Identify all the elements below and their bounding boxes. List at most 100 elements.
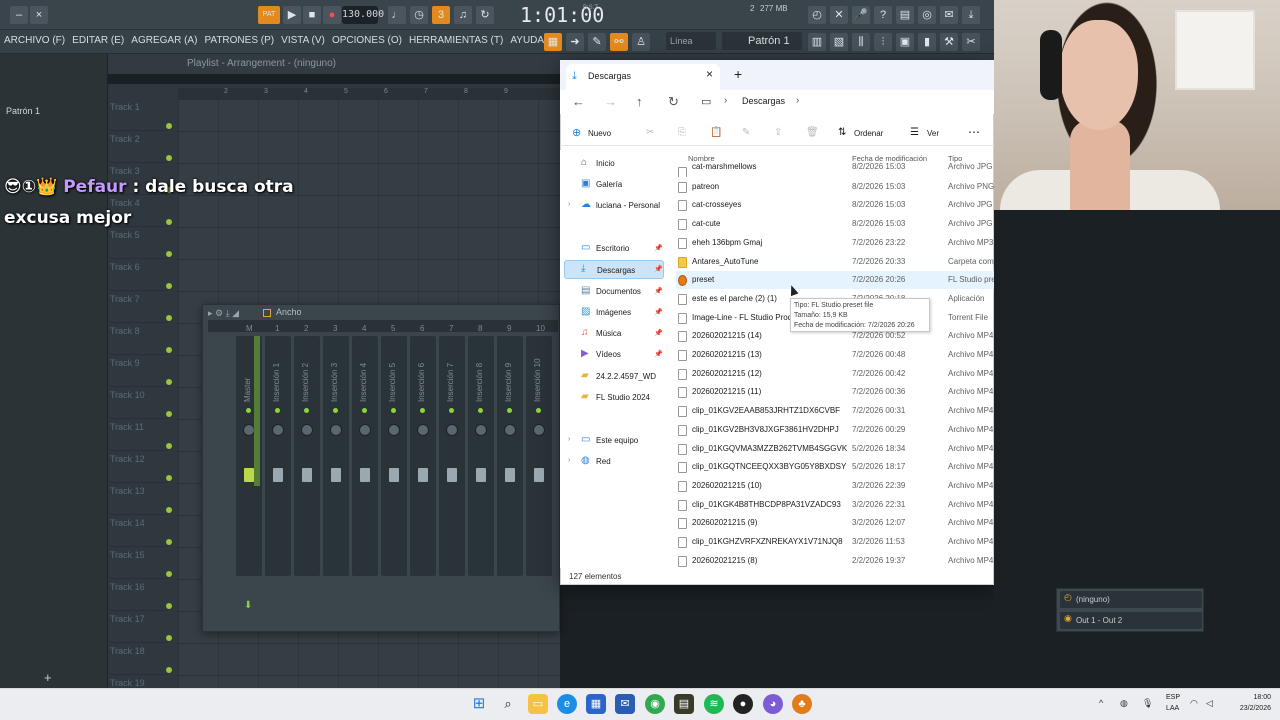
sidebar-item-9[interactable]: 24.2.2.4597_WD [564, 367, 664, 386]
sidebar-item-8[interactable]: Vídeos [564, 345, 664, 364]
draw-tool-icon[interactable]: ✎ [588, 33, 606, 51]
pan-knob[interactable] [330, 424, 342, 436]
volume-fader[interactable] [505, 468, 515, 482]
brush-icon[interactable]: ✂ [962, 33, 980, 51]
track-enable-led[interactable] [166, 475, 172, 481]
sort-button[interactable]: Ordenar [854, 129, 883, 138]
wait-icon[interactable]: ◷ [410, 6, 428, 24]
mixer-channel-led[interactable] [246, 408, 251, 413]
volume-fader[interactable] [389, 468, 399, 482]
sidebar-item-10[interactable]: FL Studio 2024 [564, 388, 664, 407]
volume-fader[interactable] [244, 468, 254, 482]
track-enable-led[interactable] [166, 571, 172, 577]
chevron-up-icon[interactable]: ^ [1099, 698, 1103, 708]
chrome-icon[interactable]: ◉ [645, 694, 665, 714]
download-icon[interactable]: ⤓ [962, 6, 980, 24]
pan-knob[interactable] [475, 424, 487, 436]
pan-knob[interactable] [388, 424, 400, 436]
clock-date[interactable]: 23/2/2026 [1221, 705, 1271, 712]
volume-fader[interactable] [447, 468, 457, 482]
volume-fader[interactable] [273, 468, 283, 482]
arrow-right-icon[interactable]: ➜ [566, 33, 584, 51]
volume-fader[interactable] [360, 468, 370, 482]
track-label[interactable]: Track 12 [110, 452, 168, 483]
forward-icon[interactable]: → [604, 94, 617, 109]
pat-song-toggle[interactable]: PAT [258, 6, 280, 24]
play-icon[interactable]: ▶ [283, 6, 301, 24]
track-enable-led[interactable] [166, 667, 172, 673]
pan-knob[interactable] [533, 424, 545, 436]
record-icon[interactable]: ● [323, 6, 341, 24]
new-tab-icon[interactable]: + [734, 66, 742, 82]
more-icon[interactable]: ⋯ [968, 125, 980, 139]
file-explorer-icon[interactable]: ▭ [528, 694, 548, 714]
menu-archivo[interactable]: ARCHIVO (F) [4, 30, 65, 52]
spotify-icon[interactable]: ≋ [704, 694, 724, 714]
track-label[interactable]: Track 10 [110, 388, 168, 419]
countdown-icon[interactable]: 3 [432, 6, 450, 24]
track-enable-led[interactable] [166, 347, 172, 353]
microphone-tray-icon[interactable]: 🎙 [1142, 698, 1153, 709]
explorer-tab[interactable]: Descargas [566, 64, 720, 90]
mixer-toggle-icon[interactable]: ✕ [830, 6, 848, 24]
track-label[interactable]: Track 11 [110, 420, 168, 451]
monitor-icon[interactable]: ▭ [701, 95, 711, 108]
pin-icon[interactable]: 📌 [654, 287, 663, 295]
track-label[interactable]: Track 8 [110, 324, 168, 355]
plugin-icon[interactable]: ▮ [918, 33, 936, 51]
track-label[interactable]: Track 9 [110, 356, 168, 387]
pan-knob[interactable] [504, 424, 516, 436]
sidebar-item-5[interactable]: Documentos [564, 282, 664, 301]
sidebar-item-12[interactable]: Red [564, 452, 664, 471]
track-enable-led[interactable] [166, 123, 172, 129]
new-button[interactable]: Nuevo [588, 129, 611, 138]
sidebar-item-7[interactable]: Música [564, 324, 664, 343]
volume-fader[interactable] [534, 468, 544, 482]
track-label[interactable]: Track 1 [110, 100, 168, 131]
app-record-icon[interactable]: ● [733, 694, 753, 714]
mixer-channel-led[interactable] [333, 408, 338, 413]
start-icon[interactable]: ⊞ [469, 694, 489, 714]
sidebar-item-11[interactable]: Este equipo [564, 431, 664, 450]
close-tab-icon[interactable]: × [706, 67, 713, 81]
help-icon[interactable]: ? [874, 6, 892, 24]
expand-chevron-icon[interactable]: › [568, 436, 570, 443]
minimize-icon[interactable]: – [10, 6, 28, 24]
volume-icon[interactable]: ◁ [1206, 698, 1213, 709]
delete-icon[interactable]: 🗑 [806, 127, 819, 138]
step-edit-icon[interactable]: ♫ [454, 6, 472, 24]
microphone-icon[interactable]: 🎤 [852, 6, 870, 24]
pin-icon[interactable]: 📌 [654, 329, 663, 337]
app-icon[interactable]: ▤ [674, 694, 694, 714]
breadcrumb[interactable]: Descargas [742, 96, 785, 106]
wifi-icon[interactable]: ◠ [1190, 698, 1198, 709]
network-tray-icon[interactable]: ◍ [1120, 698, 1128, 709]
mixer-icon[interactable]: ⫼ [852, 33, 870, 51]
pin-icon[interactable]: 📌 [654, 244, 663, 252]
channel-rack-icon[interactable]: ▥ [808, 33, 826, 51]
fl-studio-icon[interactable]: ♣ [792, 694, 812, 714]
save-icon[interactable]: ▤ [896, 6, 914, 24]
expand-chevron-icon[interactable]: › [568, 201, 570, 208]
volume-fader[interactable] [302, 468, 312, 482]
mixer-channel-led[interactable] [536, 408, 541, 413]
volume-fader[interactable] [418, 468, 428, 482]
mixer-wide-checkbox[interactable] [263, 309, 271, 317]
track-enable-led[interactable] [166, 635, 172, 641]
track-enable-led[interactable] [166, 283, 172, 289]
share-icon[interactable]: ⇪ [774, 127, 782, 138]
track-label[interactable]: Track 18 [110, 644, 168, 675]
menu-agregar[interactable]: AGREGAR (A) [131, 30, 197, 52]
sidebar-item-2[interactable]: luciana - Personal [564, 196, 664, 215]
mixer-channel-led[interactable] [391, 408, 396, 413]
menu-editar[interactable]: EDITAR (E) [72, 30, 124, 52]
track-label[interactable]: Track 7 [110, 292, 168, 323]
paste-icon[interactable]: 📋 [710, 127, 722, 138]
track-enable-led[interactable] [166, 251, 172, 257]
piano-roll-icon[interactable]: ▧ [830, 33, 848, 51]
close-icon[interactable]: × [30, 6, 48, 24]
language-region[interactable]: LAA [1166, 705, 1179, 712]
browser-icon[interactable]: ▣ [896, 33, 914, 51]
up-icon[interactable]: ↑ [636, 94, 643, 109]
mixer-channel-led[interactable] [507, 408, 512, 413]
